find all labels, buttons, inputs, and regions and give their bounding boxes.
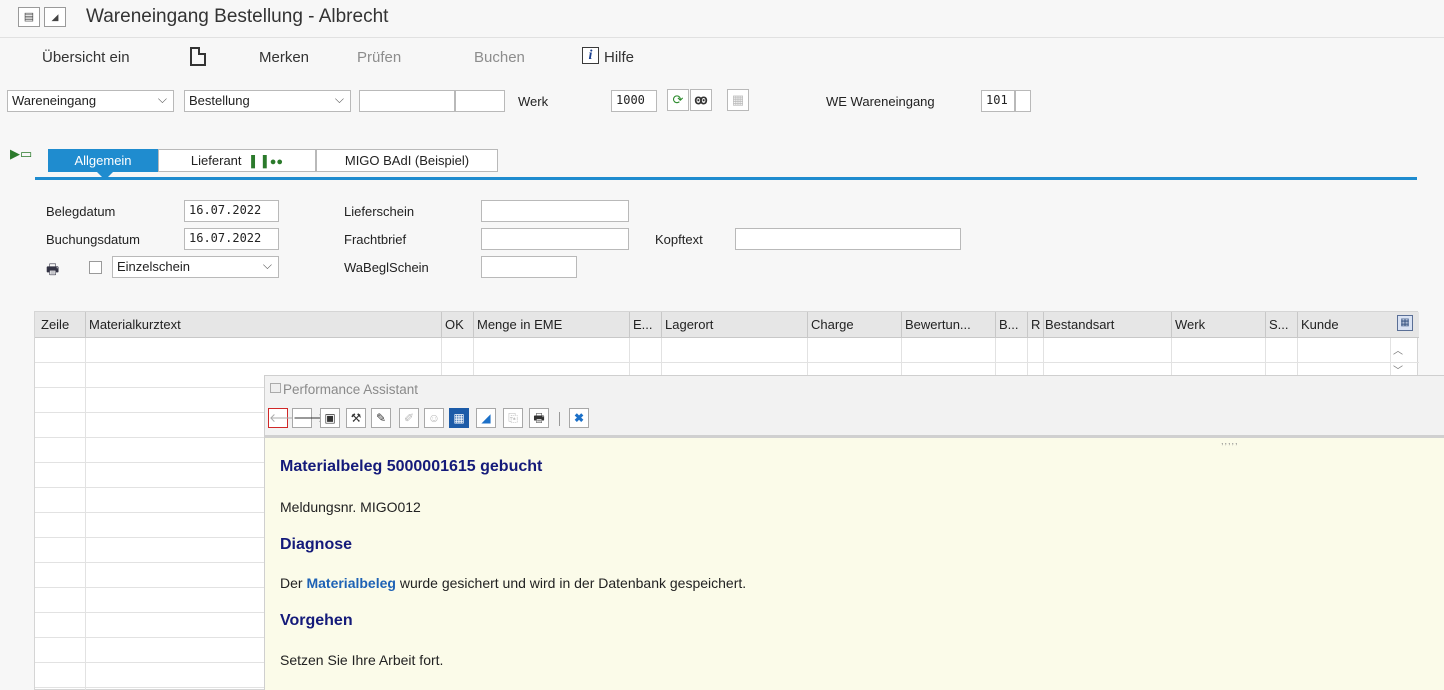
- people-icon: ▌▐ ●●: [251, 156, 284, 168]
- col-s[interactable]: S...: [1269, 317, 1289, 332]
- tab-migo-badi-label: MIGO BAdI (Beispiel): [344, 153, 470, 168]
- movement-type-label: WE Wareneingang: [826, 94, 935, 109]
- tab-lieferant[interactable]: Lieferant ▌▐ ●●: [158, 149, 316, 172]
- assistant-title: Performance Assistant: [283, 382, 419, 397]
- purchase-order-input[interactable]: [359, 90, 455, 112]
- movement-type-input[interactable]: 101: [981, 90, 1015, 112]
- vorgehen-text: Setzen Sie Ihre Arbeit fort.: [280, 652, 444, 668]
- merken-button[interactable]: Merken: [259, 49, 309, 66]
- buchen-button[interactable]: Buchen: [474, 49, 525, 66]
- close-icon[interactable]: ✖: [569, 408, 589, 428]
- col-kunde[interactable]: Kunde: [1301, 317, 1339, 332]
- buchungsdatum-label: Buchungsdatum: [46, 232, 140, 247]
- grid-settings-icon[interactable]: ▦: [1397, 315, 1413, 331]
- reference-select[interactable]: Bestellung ⌵: [184, 90, 351, 112]
- frachtbrief-input[interactable]: [481, 228, 629, 250]
- vorgehen-heading: Vorgehen: [280, 612, 353, 629]
- diagnose-heading: Diagnose: [280, 536, 353, 553]
- chevron-down-icon: ⌵: [334, 92, 344, 106]
- wabegl-label: WaBeglSchein: [344, 260, 429, 275]
- edit-document-icon[interactable]: ✎: [371, 408, 391, 428]
- scroll-up-icon[interactable]: ︿: [1393, 342, 1403, 357]
- application-toolbar: Übersicht ein Merken Prüfen Buchen i Hil…: [0, 39, 1444, 77]
- materialbeleg-link[interactable]: Materialbeleg: [306, 575, 395, 591]
- frachtbrief-label: Frachtbrief: [344, 232, 407, 247]
- execute-icon[interactable]: ⟳: [667, 89, 689, 111]
- back-arrow-icon[interactable]: 🡐: [268, 408, 301, 428]
- kopftext-label: Kopftext: [655, 232, 703, 247]
- action-select-value: Wareneingang: [12, 93, 97, 108]
- binoculars-icon[interactable]: ꙭ: [690, 89, 712, 111]
- print-version-select[interactable]: Einzelschein ⌵: [112, 256, 279, 278]
- technical-info-icon[interactable]: ⚒: [346, 408, 366, 428]
- diagnose-text-pre: Der: [280, 575, 307, 591]
- info-icon[interactable]: i: [582, 47, 599, 64]
- col-lagerort[interactable]: Lagerort: [665, 317, 713, 332]
- col-zeile[interactable]: Zeile: [41, 317, 69, 332]
- title-bar: ▤ ◢ Wareneingang Bestellung - Albrecht: [0, 0, 1444, 38]
- col-bewertungsart[interactable]: Bewertun...: [905, 317, 971, 332]
- print-version-value: Einzelschein: [117, 259, 190, 274]
- belegdatum-input[interactable]: 16.07.2022: [184, 200, 279, 222]
- assistant-titlebar[interactable]: Performance Assistant: [265, 376, 1444, 404]
- performance-assistant: Performance Assistant 🡐 🡒 ▣ ⚒ ✎ ✐ ☺ ▦ ◢ …: [264, 375, 1444, 690]
- message-heading: Materialbeleg 5000001615 gebucht: [280, 458, 543, 475]
- calculator-icon[interactable]: ▦: [727, 89, 749, 111]
- message-number: Meldungsnr. MIGO012: [280, 499, 421, 515]
- print-checkbox[interactable]: [89, 261, 102, 274]
- grid-header: Zeile Materialkurztext OK Menge in EME E…: [35, 312, 1419, 338]
- marker-icon[interactable]: ✐: [399, 408, 419, 428]
- tab-allgemein-label: Allgemein: [74, 153, 132, 168]
- chevron-down-icon: ⌵: [262, 258, 272, 272]
- folder-icon[interactable]: ◢: [476, 408, 496, 428]
- belegdatum-label: Belegdatum: [46, 204, 116, 219]
- action-select[interactable]: Wareneingang ⌵: [7, 90, 174, 112]
- tab-underline: [35, 177, 1417, 180]
- tab-migo-badi[interactable]: MIGO BAdI (Beispiel): [316, 149, 498, 172]
- chevron-down-icon: ⌵: [157, 92, 167, 106]
- col-menge[interactable]: Menge in EME: [477, 317, 562, 332]
- overview-toggle-button[interactable]: Übersicht ein: [42, 49, 130, 66]
- col-b[interactable]: B...: [999, 317, 1019, 332]
- user-settings-icon[interactable]: ☺: [424, 408, 444, 428]
- table-row[interactable]: [35, 338, 1419, 363]
- item-input[interactable]: [455, 90, 505, 112]
- toggle-detail-icon[interactable]: ▶▭: [10, 146, 32, 164]
- lieferschein-label: Lieferschein: [344, 204, 415, 219]
- lieferschein-input[interactable]: [481, 200, 629, 222]
- col-eme[interactable]: E...: [633, 317, 653, 332]
- resize-handle-icon[interactable]: ,,,,,: [1221, 436, 1239, 446]
- col-charge[interactable]: Charge: [811, 317, 854, 332]
- wabegl-input[interactable]: [481, 256, 577, 278]
- tab-allgemein[interactable]: Allgemein: [48, 149, 158, 172]
- reference-select-value: Bestellung: [189, 93, 250, 108]
- printer-icon[interactable]: 🖶: [529, 408, 549, 428]
- diagnose-text-post: wurde gesichert und wird in der Datenban…: [395, 575, 747, 591]
- werk-label: Werk: [518, 94, 549, 109]
- dropdown-arrow-icon[interactable]: ◢: [44, 7, 66, 27]
- col-materialkurztext[interactable]: Materialkurztext: [89, 317, 181, 332]
- col-r[interactable]: R: [1031, 317, 1040, 332]
- special-stock-input[interactable]: [1015, 90, 1031, 112]
- pruefen-button[interactable]: Prüfen: [357, 49, 401, 66]
- col-werk[interactable]: Werk: [1175, 317, 1205, 332]
- copy-icon[interactable]: ⎘: [503, 408, 523, 428]
- diagnose-text: Der Materialbeleg wurde gesichert und wi…: [280, 575, 746, 591]
- help-button[interactable]: Hilfe: [604, 49, 634, 66]
- new-document-icon[interactable]: [190, 47, 206, 66]
- window-title: Wareneingang Bestellung - Albrecht: [86, 6, 389, 27]
- kopftext-input[interactable]: [735, 228, 961, 250]
- calendar-icon[interactable]: ▦: [449, 408, 469, 428]
- document-icon[interactable]: ▣: [320, 408, 340, 428]
- col-bestandsart[interactable]: Bestandsart: [1045, 317, 1114, 332]
- menu-icon[interactable]: ▤: [18, 7, 40, 27]
- window-icon: [270, 383, 281, 393]
- assistant-toolbar: 🡐 🡒 ▣ ⚒ ✎ ✐ ☺ ▦ ◢ ⎘ 🖶 ✖: [265, 404, 1444, 438]
- tab-lieferant-label: Lieferant: [190, 153, 242, 168]
- buchungsdatum-input[interactable]: 16.07.2022: [184, 228, 279, 250]
- col-ok[interactable]: OK: [445, 317, 464, 332]
- forward-arrow-icon[interactable]: 🡒: [292, 408, 325, 428]
- werk-input[interactable]: 1000: [611, 90, 657, 112]
- printer-icon: 🖶: [46, 261, 60, 277]
